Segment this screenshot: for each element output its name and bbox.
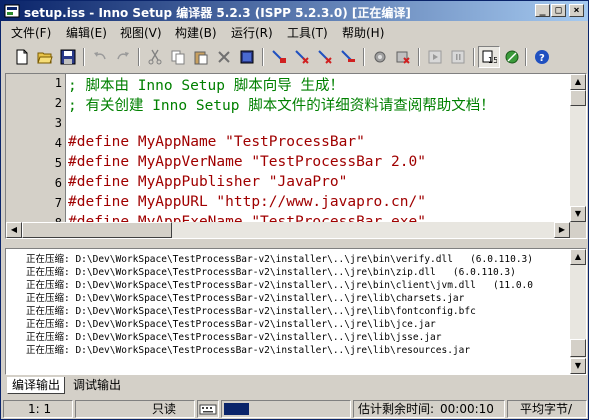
output-tabs: 编译输出 调试输出	[5, 377, 587, 395]
scroll-left-icon[interactable]: ◀	[6, 222, 22, 238]
line-number: 2	[54, 96, 62, 110]
output-line: 正在压缩: D:\Dev\WorkSpace\TestProcessBar-v2…	[26, 267, 516, 278]
cursor-position: 1: 1	[3, 400, 73, 418]
svg-text:15: 15	[488, 56, 497, 65]
progress-fill	[224, 403, 249, 415]
close-button[interactable]: ×	[569, 4, 584, 17]
toolbar-separator	[525, 48, 527, 66]
scroll-down-icon[interactable]: ▼	[570, 206, 586, 222]
menu-edit[interactable]: 编辑(E)	[66, 24, 107, 41]
toolbar-separator	[83, 48, 85, 66]
compile-icon[interactable]	[268, 46, 290, 68]
code-line[interactable]: #define MyAppVerName "TestProcessBar 2.0…	[68, 154, 426, 170]
line-number: 4	[54, 136, 62, 150]
menu-tools[interactable]: 工具(T)	[287, 24, 328, 41]
scroll-down-icon[interactable]: ▼	[570, 358, 586, 374]
copy-icon[interactable]	[167, 46, 189, 68]
code-line[interactable]: #define MyAppName "TestProcessBar"	[68, 134, 365, 150]
output-line: 正在压缩: D:\Dev\WorkSpace\TestProcessBar-v2…	[26, 280, 533, 291]
window-title: setup.iss - Inno Setup 编译器 5.2.3 (ISPP 5…	[24, 6, 411, 20]
output-line: 正在压缩: D:\Dev\WorkSpace\TestProcessBar-v2…	[26, 332, 442, 343]
toolbar: 15 ?	[1, 43, 588, 71]
editor-vertical-scrollbar[interactable]: ▲ ▼	[570, 74, 586, 222]
stop-icon[interactable]	[447, 46, 469, 68]
line-number: 1	[54, 76, 62, 90]
read-only-status: 只读	[75, 400, 195, 418]
output-line: 正在压缩: D:\Dev\WorkSpace\TestProcessBar-v2…	[26, 319, 436, 330]
compile-output-list[interactable]: 正在压缩: D:\Dev\WorkSpace\TestProcessBar-v2…	[5, 248, 587, 375]
remaining-time: 估计剩余时间: 00:00:10	[353, 400, 505, 418]
svg-text:?: ?	[539, 53, 545, 64]
save-icon[interactable]	[57, 46, 79, 68]
output-vertical-scrollbar[interactable]: ▲ ▼	[570, 249, 586, 374]
minimize-button[interactable]: _	[535, 4, 550, 17]
output-line: 正在压缩: D:\Dev\WorkSpace\TestProcessBar-v2…	[26, 293, 465, 304]
toolbar-separator	[473, 48, 475, 66]
average-rate: 平均字节/	[507, 400, 587, 418]
menu-file[interactable]: 文件(F)	[11, 24, 51, 41]
line-number: 5	[54, 156, 62, 170]
code-line[interactable]: ; 有关创建 Inno Setup 脚本文件的详细资料请查阅帮助文档！	[68, 94, 495, 115]
redo-icon[interactable]	[112, 46, 134, 68]
main-window: setup.iss - Inno Setup 编译器 5.2.3 (ISPP 5…	[0, 0, 589, 420]
gutter-divider	[65, 74, 66, 222]
scrollbar-thumb[interactable]	[570, 339, 586, 357]
menu-view[interactable]: 视图(V)	[120, 24, 162, 41]
line-number: 3	[54, 116, 62, 130]
menu-help[interactable]: 帮助(H)	[342, 24, 384, 41]
scrollbar-thumb[interactable]	[570, 90, 586, 106]
code-line[interactable]: #define MyAppPublisher "JavaPro"	[68, 174, 347, 190]
remaining-time-label: 估计剩余时间:	[358, 402, 435, 416]
maximize-button[interactable]: □	[551, 4, 566, 17]
toolbar-separator	[418, 48, 420, 66]
delete-icon[interactable]	[213, 46, 235, 68]
scrollbar-corner	[570, 222, 586, 238]
toolbar-separator	[138, 48, 140, 66]
remaining-time-value: 00:00:10	[440, 402, 494, 416]
title-bar[interactable]: setup.iss - Inno Setup 编译器 5.2.3 (ISPP 5…	[1, 1, 588, 21]
run-icon[interactable]	[314, 46, 336, 68]
pane-splitter[interactable]	[1, 241, 588, 247]
select-all-icon[interactable]	[236, 46, 258, 68]
output-line: 正在压缩: D:\Dev\WorkSpace\TestProcessBar-v2…	[26, 345, 471, 356]
menu-bar: 文件(F) 编辑(E) 视图(V) 构建(B) 运行(R) 工具(T) 帮助(H…	[1, 21, 588, 41]
line-number: 6	[54, 176, 62, 190]
stop-compile-icon[interactable]	[291, 46, 313, 68]
help-icon[interactable]: ?	[531, 46, 553, 68]
editor-horizontal-scrollbar[interactable]: ◀ ▶	[6, 222, 570, 238]
tab-debug-output[interactable]: 调试输出	[69, 377, 125, 394]
paste-icon[interactable]	[190, 46, 212, 68]
compile-progress-bar	[221, 400, 351, 418]
scroll-up-icon[interactable]: ▲	[570, 249, 586, 265]
menu-build[interactable]: 构建(B)	[175, 24, 217, 41]
output-line: 正在压缩: D:\Dev\WorkSpace\TestProcessBar-v2…	[26, 306, 476, 317]
scroll-up-icon[interactable]: ▲	[570, 74, 586, 90]
keyboard-icon	[197, 400, 219, 418]
code-line[interactable]: #define MyAppURL "http://www.javapro.cn/…	[68, 194, 426, 210]
open-icon[interactable]	[34, 46, 56, 68]
ispp-icon[interactable]: 15	[478, 46, 500, 68]
scrollbar-thumb[interactable]	[22, 222, 172, 238]
tab-compile-output[interactable]: 编译输出	[7, 377, 66, 394]
inno-setup-app-icon[interactable]	[4, 3, 20, 19]
status-bar: 1: 1 只读 估计剩余时间: 00:00:10 平均字节/	[1, 399, 588, 419]
code-line[interactable]: ; 脚本由 Inno Setup 脚本向导 生成！	[68, 74, 344, 95]
pause-icon[interactable]	[424, 46, 446, 68]
undo-icon[interactable]	[89, 46, 111, 68]
menu-run[interactable]: 运行(R)	[231, 24, 273, 41]
output-line: 正在压缩: D:\Dev\WorkSpace\TestProcessBar-v2…	[26, 254, 533, 265]
target-icon[interactable]	[501, 46, 523, 68]
line-number-gutter: 1 2 3 4 5 6 7 8	[6, 74, 65, 230]
uninstall-icon[interactable]	[392, 46, 414, 68]
scroll-right-icon[interactable]: ▶	[554, 222, 570, 238]
script-editor[interactable]: 1 2 3 4 5 6 7 8 ; 脚本由 Inno Setup 脚本向导 生成…	[5, 73, 587, 239]
settings-icon[interactable]	[369, 46, 391, 68]
cut-icon[interactable]	[144, 46, 166, 68]
toolbar-separator	[262, 48, 264, 66]
toolbar-separator	[363, 48, 365, 66]
line-number: 7	[54, 196, 62, 210]
stop-run-icon[interactable]	[337, 46, 359, 68]
new-icon[interactable]	[11, 46, 33, 68]
